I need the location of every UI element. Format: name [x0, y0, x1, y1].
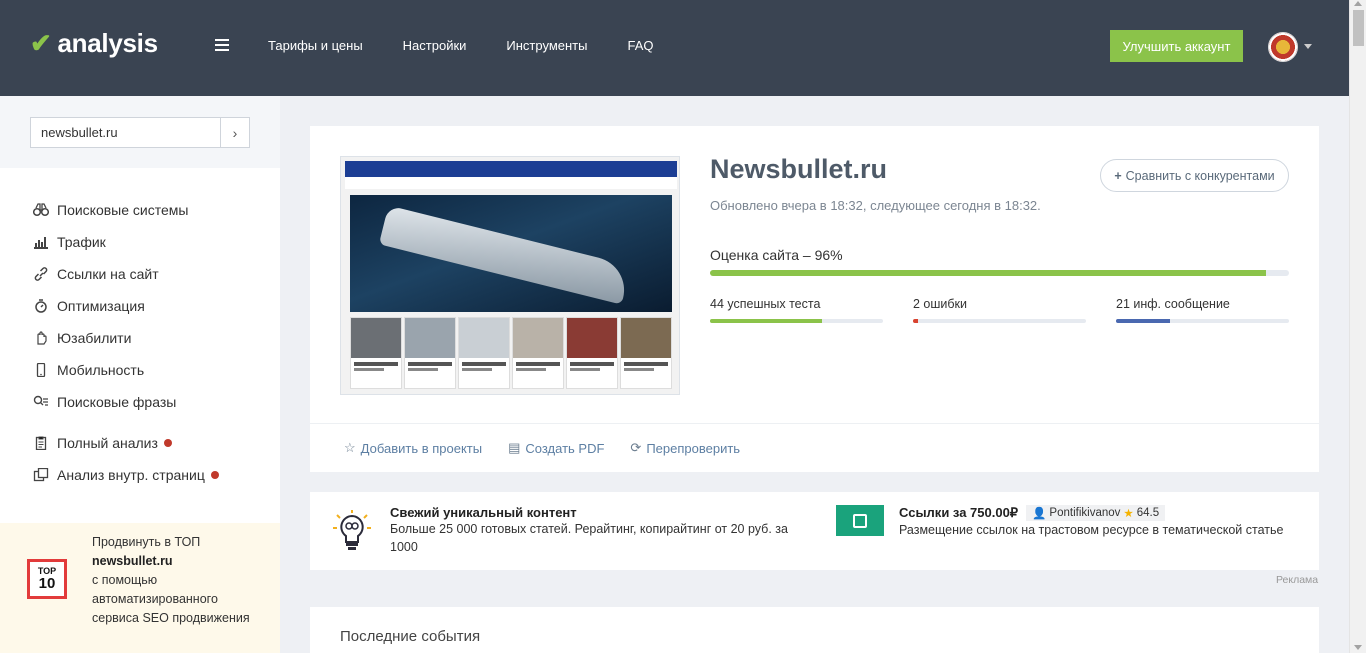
nav-item-settings[interactable]: Настройки	[403, 38, 467, 53]
site-score-bar	[710, 270, 1289, 276]
sidebar-item-full-analysis[interactable]: Полный анализ	[32, 427, 219, 459]
stat-info-fill	[1116, 319, 1170, 323]
scroll-down-arrow-icon[interactable]	[1354, 645, 1362, 650]
sidebar-menu: Поисковые системы Трафик Ссылки на сайт …	[32, 194, 188, 418]
clipboard-icon	[32, 435, 50, 451]
notification-dot	[163, 439, 172, 447]
stat-errors-fill	[913, 319, 919, 323]
sidebar-item-label: Полный анализ	[57, 435, 158, 451]
ad-title: Ссылки за 750.00₽	[899, 505, 1019, 520]
stat-info[interactable]: 21 инф. сообщение	[1116, 297, 1289, 323]
page-scrollbar[interactable]	[1349, 0, 1366, 653]
link-service-logo-icon	[836, 505, 884, 536]
sidebar-search: ›	[0, 96, 280, 168]
site-screenshot-thumbnail[interactable]	[340, 156, 680, 395]
top-header: ✔ analysis Тарифы и цены Настройки Инстр…	[0, 0, 1349, 96]
sidebar-item-label: Оптимизация	[57, 298, 145, 314]
bar-chart-icon	[32, 234, 50, 250]
add-to-projects-link[interactable]: ☆ Добавить в проекты	[344, 440, 482, 456]
ads-block: Свежий уникальный контент Больше 25 000 …	[310, 492, 1319, 570]
ads-label: Реклама	[1276, 574, 1319, 586]
seo-promo-banner[interactable]: TOP 10 Продвинуть в ТОП newsbullet.ru с …	[0, 523, 280, 653]
star-icon: ★	[1123, 508, 1134, 520]
document-icon: ▤	[508, 440, 521, 455]
search-go-button[interactable]: ›	[220, 117, 250, 148]
recent-events-panel: Последние события	[310, 607, 1319, 653]
star-outline-icon: ☆	[344, 440, 356, 455]
pages-icon	[32, 467, 50, 483]
mobile-icon	[32, 362, 50, 378]
avatar[interactable]	[1268, 32, 1298, 62]
sidebar-item-mobility[interactable]: Мобильность	[32, 354, 188, 386]
promo-site: newsbullet.ru	[92, 554, 173, 568]
sidebar-item-label: Ссылки на сайт	[57, 266, 159, 282]
site-score-fill	[710, 270, 1266, 276]
sidebar-item-label: Поисковые системы	[57, 202, 189, 218]
sidebar: › Поисковые системы Трафик Ссылки на сай…	[0, 96, 280, 653]
upgrade-account-button[interactable]: Улучшить аккаунт	[1110, 30, 1243, 62]
sidebar-item-label: Юзабилити	[57, 330, 132, 346]
plus-icon: +	[1114, 168, 1122, 183]
scroll-thumb[interactable]	[1353, 10, 1364, 46]
user-icon: 👤	[1032, 508, 1047, 520]
sidebar-menu-extra: Полный анализ Анализ внутр. страниц	[32, 427, 219, 491]
sidebar-item-search-phrases[interactable]: Поисковые фразы	[32, 386, 188, 418]
checkmark-icon: ✔	[30, 28, 52, 58]
sidebar-item-label: Анализ внутр. страниц	[57, 467, 205, 483]
chevron-down-icon[interactable]	[1304, 44, 1312, 49]
sidebar-item-inner-pages[interactable]: Анализ внутр. страниц	[32, 459, 219, 491]
site-overview-card: Newsbullet.ru Обновлено вчера в 18:32, с…	[310, 126, 1319, 472]
logo-text: analysis	[57, 28, 159, 58]
top10-badge-icon: TOP 10	[27, 559, 67, 599]
hand-icon	[32, 330, 50, 346]
compare-competitors-button[interactable]: + Сравнить с конкурентами	[1100, 159, 1289, 192]
update-status: Обновлено вчера в 18:32, следующее сегод…	[710, 198, 1041, 213]
sidebar-item-label: Трафик	[57, 234, 106, 250]
sidebar-item-traffic[interactable]: Трафик	[32, 226, 188, 258]
refresh-icon: ⟳	[630, 440, 642, 455]
ad-title: Свежий уникальный контент	[390, 505, 577, 520]
promo-text: Продвинуть в ТОП newsbullet.ru с помощью…	[92, 535, 250, 625]
stat-passed[interactable]: 44 успешных теста	[710, 297, 883, 323]
sidebar-item-search-engines[interactable]: Поисковые системы	[32, 194, 188, 226]
main-nav: Тарифы и цены Настройки Инструменты FAQ	[268, 38, 653, 53]
sidebar-item-label: Поисковые фразы	[57, 394, 177, 410]
lightbulb-icon	[332, 510, 372, 554]
create-pdf-link[interactable]: ▤ Создать PDF	[508, 440, 604, 456]
stat-errors[interactable]: 2 ошибки	[913, 297, 1086, 323]
nav-item-faq[interactable]: FAQ	[627, 38, 653, 53]
sidebar-item-optimization[interactable]: Оптимизация	[32, 290, 188, 322]
divider	[310, 423, 1319, 424]
menu-icon[interactable]	[215, 39, 229, 51]
nav-item-pricing[interactable]: Тарифы и цены	[268, 38, 363, 53]
stopwatch-icon	[32, 298, 50, 314]
ad-content[interactable]: Свежий уникальный контент Больше 25 000 …	[390, 505, 800, 556]
sidebar-item-links[interactable]: Ссылки на сайт	[32, 258, 188, 290]
section-title: Последние события	[340, 628, 481, 645]
recheck-link[interactable]: ⟳ Перепроверить	[630, 440, 740, 456]
ad-links[interactable]: Ссылки за 750.00₽ 👤 Pontifikivanov ★ 64.…	[899, 505, 1319, 539]
ad-description: Размещение ссылок на трастовом ресурсе в…	[899, 523, 1284, 537]
logo[interactable]: ✔ analysis	[30, 28, 158, 59]
binoculars-icon	[32, 202, 50, 218]
card-actions: ☆ Добавить в проекты ▤ Создать PDF ⟳ Пер…	[344, 440, 740, 456]
nav-item-tools[interactable]: Инструменты	[506, 38, 587, 53]
scroll-up-arrow-icon[interactable]	[1354, 1, 1362, 6]
site-title: Newsbullet.ru	[710, 154, 888, 184]
site-score-label: Оценка сайта – 96%	[710, 247, 843, 263]
site-search-input[interactable]	[30, 117, 220, 148]
stat-passed-fill	[710, 319, 823, 323]
sidebar-item-usability[interactable]: Юзабилити	[32, 322, 188, 354]
notification-dot	[210, 471, 219, 479]
link-icon	[32, 266, 50, 282]
user-badge: 👤 Pontifikivanov ★ 64.5	[1026, 505, 1166, 521]
ad-description: Больше 25 000 готовых статей. Рерайтинг,…	[390, 522, 788, 554]
sidebar-item-label: Мобильность	[57, 362, 145, 378]
search-list-icon	[32, 394, 50, 410]
